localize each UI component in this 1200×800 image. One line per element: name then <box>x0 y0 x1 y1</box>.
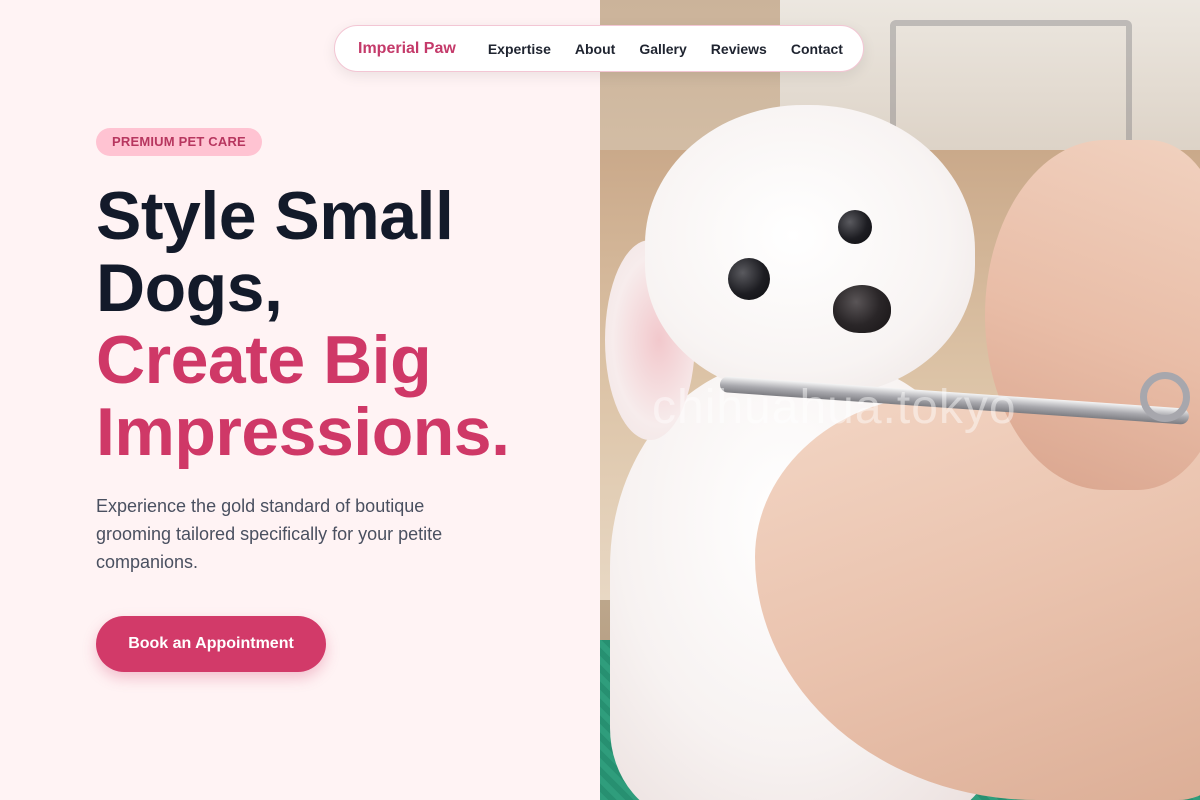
nav-link-contact[interactable]: Contact <box>791 41 843 57</box>
hero-headline: Style Small Dogs, Create Big Impressions… <box>96 180 596 468</box>
book-appointment-button[interactable]: Book an Appointment <box>96 616 326 672</box>
page: PREMIUM PET CARE Style Small Dogs, Creat… <box>0 0 1200 800</box>
scissors-handle <box>1140 372 1190 422</box>
premium-badge: PREMIUM PET CARE <box>96 128 262 156</box>
hero-photo: chihuahua.tokyo <box>600 0 1200 800</box>
headline-accent-1: Create Big <box>96 322 432 398</box>
nav-link-gallery[interactable]: Gallery <box>639 41 686 57</box>
dog-head <box>645 105 975 395</box>
dog-nose <box>833 285 891 333</box>
hero-subtext: Experience the gold standard of boutique… <box>96 496 443 572</box>
top-navigation: Imperial Paw Expertise About Gallery Rev… <box>334 25 864 72</box>
nav-link-about[interactable]: About <box>575 41 615 57</box>
headline-line-2: Dogs, <box>96 250 283 326</box>
dog-eye-left <box>728 258 770 300</box>
hero-text-panel: PREMIUM PET CARE Style Small Dogs, Creat… <box>0 0 600 800</box>
nav-link-reviews[interactable]: Reviews <box>711 41 767 57</box>
headline-accent-2: Impressions. <box>96 394 510 470</box>
dog-eye-right <box>838 210 872 244</box>
photo-watermark: chihuahua.tokyo <box>652 381 1017 434</box>
brand-logo[interactable]: Imperial Paw <box>358 40 456 58</box>
headline-line-1: Style Small <box>96 178 454 254</box>
nav-link-expertise[interactable]: Expertise <box>488 41 551 57</box>
